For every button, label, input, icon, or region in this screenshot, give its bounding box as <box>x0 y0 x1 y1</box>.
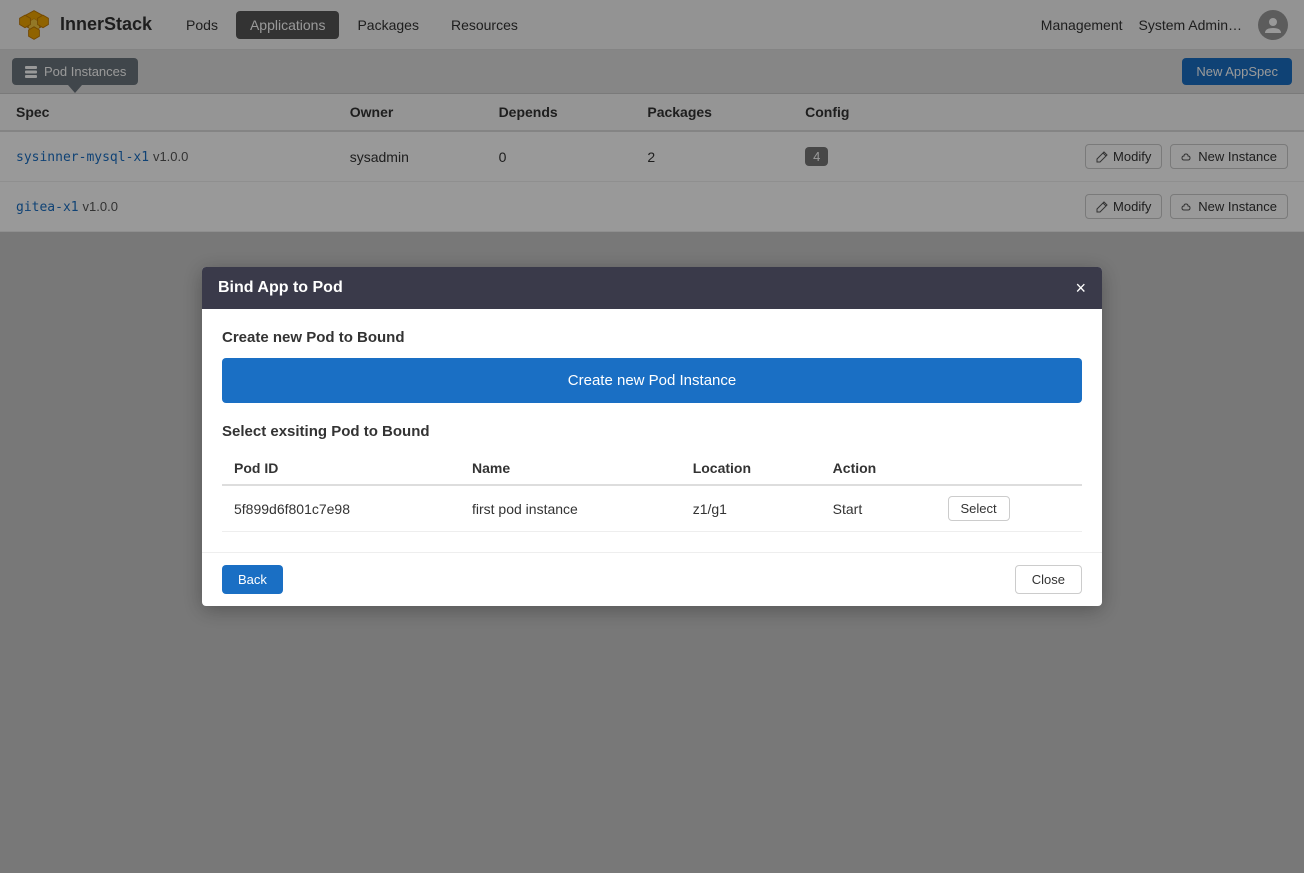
modal-body: Create new Pod to Bound Create new Pod I… <box>202 309 1102 552</box>
pod-id-cell: 5f899d6f801c7e98 <box>222 485 460 532</box>
create-section-title: Create new Pod to Bound <box>222 329 1082 346</box>
back-button[interactable]: Back <box>222 565 283 594</box>
modal-title: Bind App to Pod <box>218 279 343 297</box>
pod-table-row: 5f899d6f801c7e98 first pod instance z1/g… <box>222 485 1082 532</box>
select-section-title: Select exsiting Pod to Bound <box>222 423 1082 440</box>
pod-col-location: Location <box>681 452 821 485</box>
pod-instances-table: Pod ID Name Location Action 5f899d6f801c… <box>222 452 1082 532</box>
pod-col-select <box>936 452 1082 485</box>
pod-name-cell: first pod instance <box>460 485 681 532</box>
bind-app-modal: Bind App to Pod × Create new Pod to Boun… <box>202 267 1102 606</box>
close-footer-button[interactable]: Close <box>1015 565 1082 594</box>
pod-location-cell: z1/g1 <box>681 485 821 532</box>
modal-close-button[interactable]: × <box>1075 279 1086 297</box>
modal-overlay: Bind App to Pod × Create new Pod to Boun… <box>0 0 1304 873</box>
pod-col-name: Name <box>460 452 681 485</box>
select-pod-button[interactable]: Select <box>948 496 1010 521</box>
modal-header: Bind App to Pod × <box>202 267 1102 309</box>
pod-select-cell: Select <box>936 485 1082 532</box>
pod-col-action: Action <box>821 452 936 485</box>
pod-col-id: Pod ID <box>222 452 460 485</box>
modal-footer: Back Close <box>202 552 1102 606</box>
pod-action-cell: Start <box>821 485 936 532</box>
create-pod-instance-button[interactable]: Create new Pod Instance <box>222 358 1082 403</box>
